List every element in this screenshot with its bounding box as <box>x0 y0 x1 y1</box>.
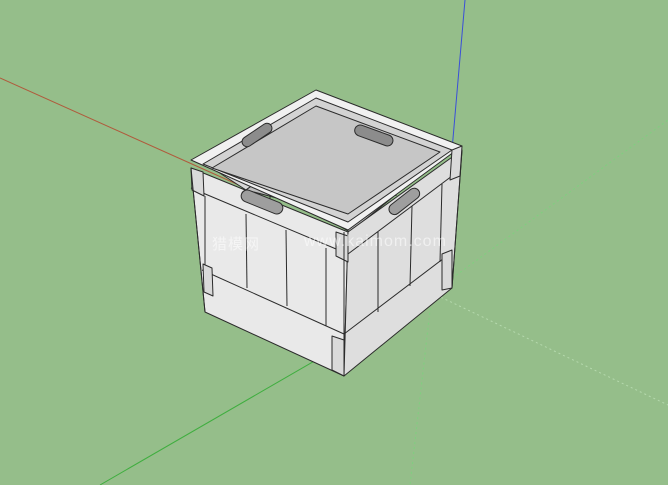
front-corner-joint-lower <box>331 335 345 377</box>
left-lower-corner-post <box>202 263 214 297</box>
3d-scene[interactable] <box>0 0 668 485</box>
modeling-viewport[interactable]: 猎模网 www.kaimom.com <box>0 0 668 485</box>
right-corner-joint-lower <box>441 249 453 291</box>
